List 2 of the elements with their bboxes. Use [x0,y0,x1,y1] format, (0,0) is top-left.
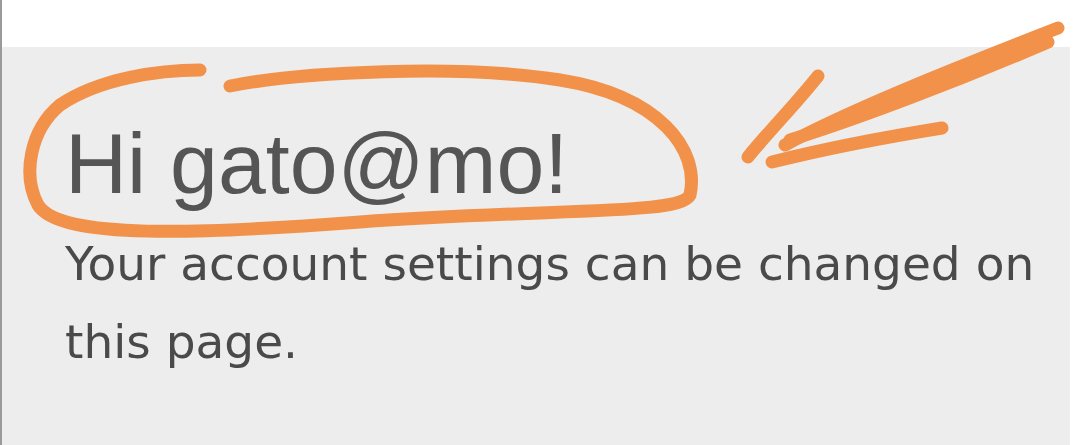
greeting-heading: Hi gato@mo! [65,115,569,211]
intro-text: Your account settings can be changed on this page. [65,235,1036,371]
